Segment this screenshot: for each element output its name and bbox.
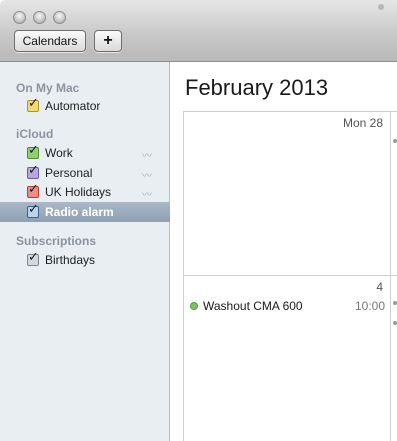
calendar-label: Birthdays: [45, 253, 96, 267]
calendar-item-automator[interactable]: ✓ Automator: [0, 95, 170, 116]
adjacent-event-dot: [393, 301, 397, 305]
checkmark-icon: ✓: [28, 249, 39, 264]
close-window-button[interactable]: [13, 11, 26, 24]
group-header-on-my-mac: On My Mac: [16, 81, 80, 95]
minimize-window-button[interactable]: [33, 11, 46, 24]
calendar-item-work[interactable]: ✓ Work 〰: [0, 142, 170, 163]
month-view: February 2013 Mon 28 4 Washout CMA 600 1…: [171, 62, 397, 441]
toolbar-edge: [376, 0, 397, 18]
calendar-list-sidebar: On My Mac ✓ Automator iCloud ✓ Work 〰 ✓ …: [0, 62, 170, 441]
group-header-icloud: iCloud: [16, 127, 54, 141]
calendar-label: UK Holidays: [45, 185, 112, 199]
event-time: 10:00: [354, 299, 385, 313]
calendar-item-uk-holidays[interactable]: ✓ UK Holidays 〰: [0, 181, 170, 202]
broadcast-icon: 〰: [142, 190, 152, 201]
day-label: 4: [376, 280, 383, 294]
day-cell-mon-28[interactable]: Mon 28: [184, 112, 390, 275]
calendar-label: Automator: [45, 99, 101, 113]
adjacent-event-dot: [393, 139, 397, 143]
add-event-button[interactable]: +: [94, 30, 122, 52]
calendar-label: Personal: [45, 166, 93, 180]
event-title: Washout CMA 600: [203, 299, 303, 313]
checkmark-icon: ✓: [28, 181, 39, 196]
zoom-window-button[interactable]: [53, 11, 66, 24]
checkmark-icon: ✓: [28, 201, 39, 216]
calendar-label: Work: [45, 146, 73, 160]
calendars-button[interactable]: Calendars: [14, 30, 86, 52]
calendar-item-birthdays[interactable]: ✓ Birthdays: [0, 249, 170, 270]
calendar-item-personal[interactable]: ✓ Personal 〰: [0, 162, 170, 183]
event-color-dot: [190, 302, 198, 310]
grid-divider: [390, 112, 391, 441]
broadcast-icon: 〰: [142, 151, 152, 162]
checkmark-icon: ✓: [28, 162, 39, 177]
month-title: February 2013: [185, 75, 329, 100]
checkmark-icon: ✓: [28, 95, 39, 110]
day-cell-4[interactable]: 4 Washout CMA 600 10:00: [184, 276, 390, 441]
event-item[interactable]: Washout CMA 600 10:00: [189, 298, 387, 316]
adjacent-event-dot: [393, 321, 397, 325]
checkmark-icon: ✓: [28, 142, 39, 157]
day-label: Mon 28: [342, 116, 383, 130]
month-grid: Mon 28 4 Washout CMA 600 10:00: [183, 111, 397, 441]
group-header-subscriptions: Subscriptions: [16, 234, 97, 248]
calendar-item-radio-alarm[interactable]: ✓ Radio alarm: [0, 201, 170, 222]
window-toolbar: Calendars +: [0, 0, 397, 62]
broadcast-icon: 〰: [142, 171, 152, 182]
calendar-label: Radio alarm: [45, 205, 114, 219]
